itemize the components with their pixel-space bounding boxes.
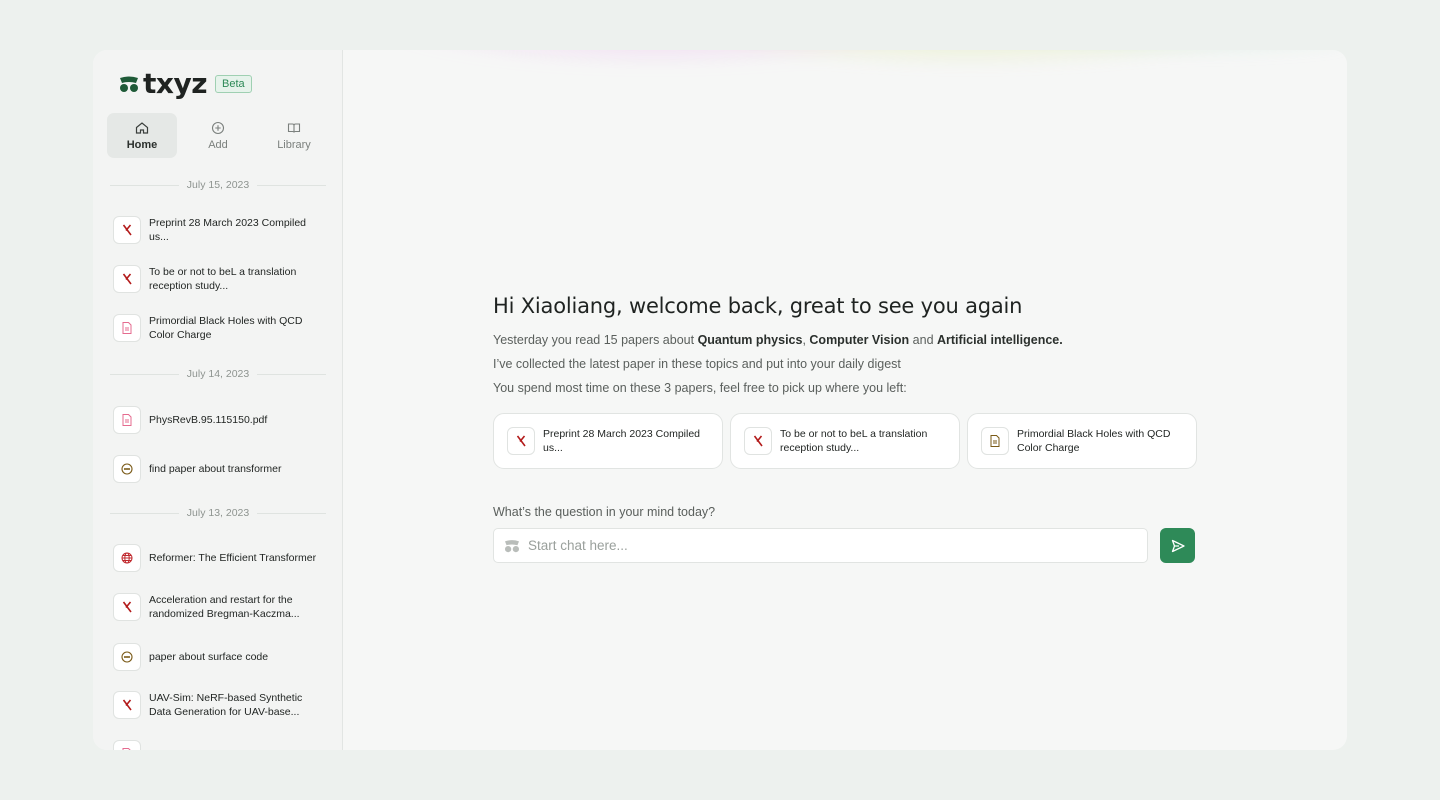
arxiv-icon xyxy=(113,265,141,293)
send-button[interactable] xyxy=(1160,528,1195,563)
history-item[interactable]: paper about surface code xyxy=(113,643,323,671)
history-item-title: Primordial Black Holes with QCD Color Ch… xyxy=(149,315,303,341)
chat-input-box[interactable] xyxy=(493,528,1148,563)
logo-icon xyxy=(120,76,138,92)
document-icon xyxy=(981,427,1009,455)
nav-label: Home xyxy=(126,139,158,151)
history-item-title: paper about surface code xyxy=(149,651,269,663)
history-item[interactable]: Acceleration and restart for the randomi… xyxy=(113,593,323,621)
main-nav: Home Add Library xyxy=(107,113,335,158)
brand-name: txyz xyxy=(143,67,208,100)
arxiv-icon xyxy=(113,691,141,719)
digest-note: I’ve collected the latest paper in these… xyxy=(493,357,901,371)
nav-library[interactable]: Library xyxy=(259,113,329,158)
arxiv-icon xyxy=(113,593,141,621)
home-icon xyxy=(135,122,149,134)
recent-paper-title: To be or not to beL a translation recept… xyxy=(780,428,928,454)
date-separator: July 14, 2023 xyxy=(110,368,326,380)
recent-paper-card[interactable]: Primordial Black Holes with QCD Color Ch… xyxy=(967,413,1197,469)
logo-icon xyxy=(505,539,519,552)
globe-icon xyxy=(113,544,141,572)
history-item-title: PhysRevB.95.115150.pdf xyxy=(149,414,268,426)
history-item[interactable]: UAV-Sim: NeRF-based Synthetic Data Gener… xyxy=(113,691,323,719)
recent-paper-title: Primordial Black Holes with QCD Color Ch… xyxy=(1017,428,1171,454)
beta-badge: Beta xyxy=(215,75,252,93)
logo[interactable]: txyz Beta xyxy=(119,70,252,98)
topic-quantum: Quantum physics xyxy=(697,333,803,347)
history-item-title: Preprint 28 March 2023 Compiled us... xyxy=(149,217,306,243)
welcome-section: Hi Xiaoliang, welcome back, great to see… xyxy=(493,294,1213,400)
reading-summary: Yesterday you read 15 papers about Quant… xyxy=(493,333,1063,347)
book-icon xyxy=(287,123,301,133)
arxiv-icon xyxy=(113,216,141,244)
history-item-title: UAV-Sim: NeRF-based Synthetic Data Gener… xyxy=(149,692,303,718)
history-item[interactable]: Primordial Black Holes with QCD Color Ch… xyxy=(113,314,323,342)
arxiv-icon xyxy=(507,427,535,455)
recent-paper-card[interactable]: Preprint 28 March 2023 Compiled us... xyxy=(493,413,723,469)
history-item[interactable]: Reformer: The Efficient Transformer xyxy=(113,544,323,572)
history-item[interactable]: To be or not to beL a translation recept… xyxy=(113,265,323,293)
history-item[interactable]: Preprint 28 March 2023 Compiled us... xyxy=(113,216,323,244)
topic-cv: Computer Vision xyxy=(809,333,910,347)
history-item-title: Reformer: The Efficient Transformer xyxy=(149,552,317,564)
history-item[interactable] xyxy=(113,740,323,750)
chat-input[interactable] xyxy=(528,538,1108,553)
nav-add[interactable]: Add xyxy=(183,113,253,158)
pdf-icon xyxy=(113,406,141,434)
app-window: txyz Beta Home Add Library July 15, 2023… xyxy=(93,50,1347,750)
pdf-icon xyxy=(113,740,141,750)
question-label: What’s the question in your mind today? xyxy=(493,505,716,519)
history-item[interactable]: find paper about transformer xyxy=(113,455,323,483)
recent-papers: Preprint 28 March 2023 Compiled us... To… xyxy=(493,413,1204,469)
chat-icon xyxy=(113,455,141,483)
topic-ai: Artificial intelligence. xyxy=(937,333,1063,347)
history-item[interactable]: PhysRevB.95.115150.pdf xyxy=(113,406,323,434)
main-panel: Hi Xiaoliang, welcome back, great to see… xyxy=(343,50,1347,750)
sidebar: txyz Beta Home Add Library July 15, 2023… xyxy=(93,50,343,750)
date-separator: July 15, 2023 xyxy=(110,179,326,191)
recent-paper-title: Preprint 28 March 2023 Compiled us... xyxy=(543,428,700,454)
send-icon xyxy=(1171,539,1185,552)
decorative-gradient xyxy=(363,50,1343,110)
greeting-title: Hi Xiaoliang, welcome back, great to see… xyxy=(493,294,1023,318)
chat-icon xyxy=(113,643,141,671)
history-item-title: find paper about transformer xyxy=(149,463,282,475)
history-item-title: To be or not to beL a translation recept… xyxy=(149,266,297,292)
nav-label: Add xyxy=(208,139,228,151)
nav-label: Library xyxy=(277,139,311,151)
nav-home[interactable]: Home xyxy=(107,113,177,158)
history-item-title: Acceleration and restart for the randomi… xyxy=(149,594,300,620)
recent-paper-card[interactable]: To be or not to beL a translation recept… xyxy=(730,413,960,469)
date-separator: July 13, 2023 xyxy=(110,507,326,519)
recent-papers-note: You spend most time on these 3 papers, f… xyxy=(493,381,907,395)
plus-circle-icon xyxy=(211,121,225,135)
pdf-icon xyxy=(113,314,141,342)
arxiv-icon xyxy=(744,427,772,455)
